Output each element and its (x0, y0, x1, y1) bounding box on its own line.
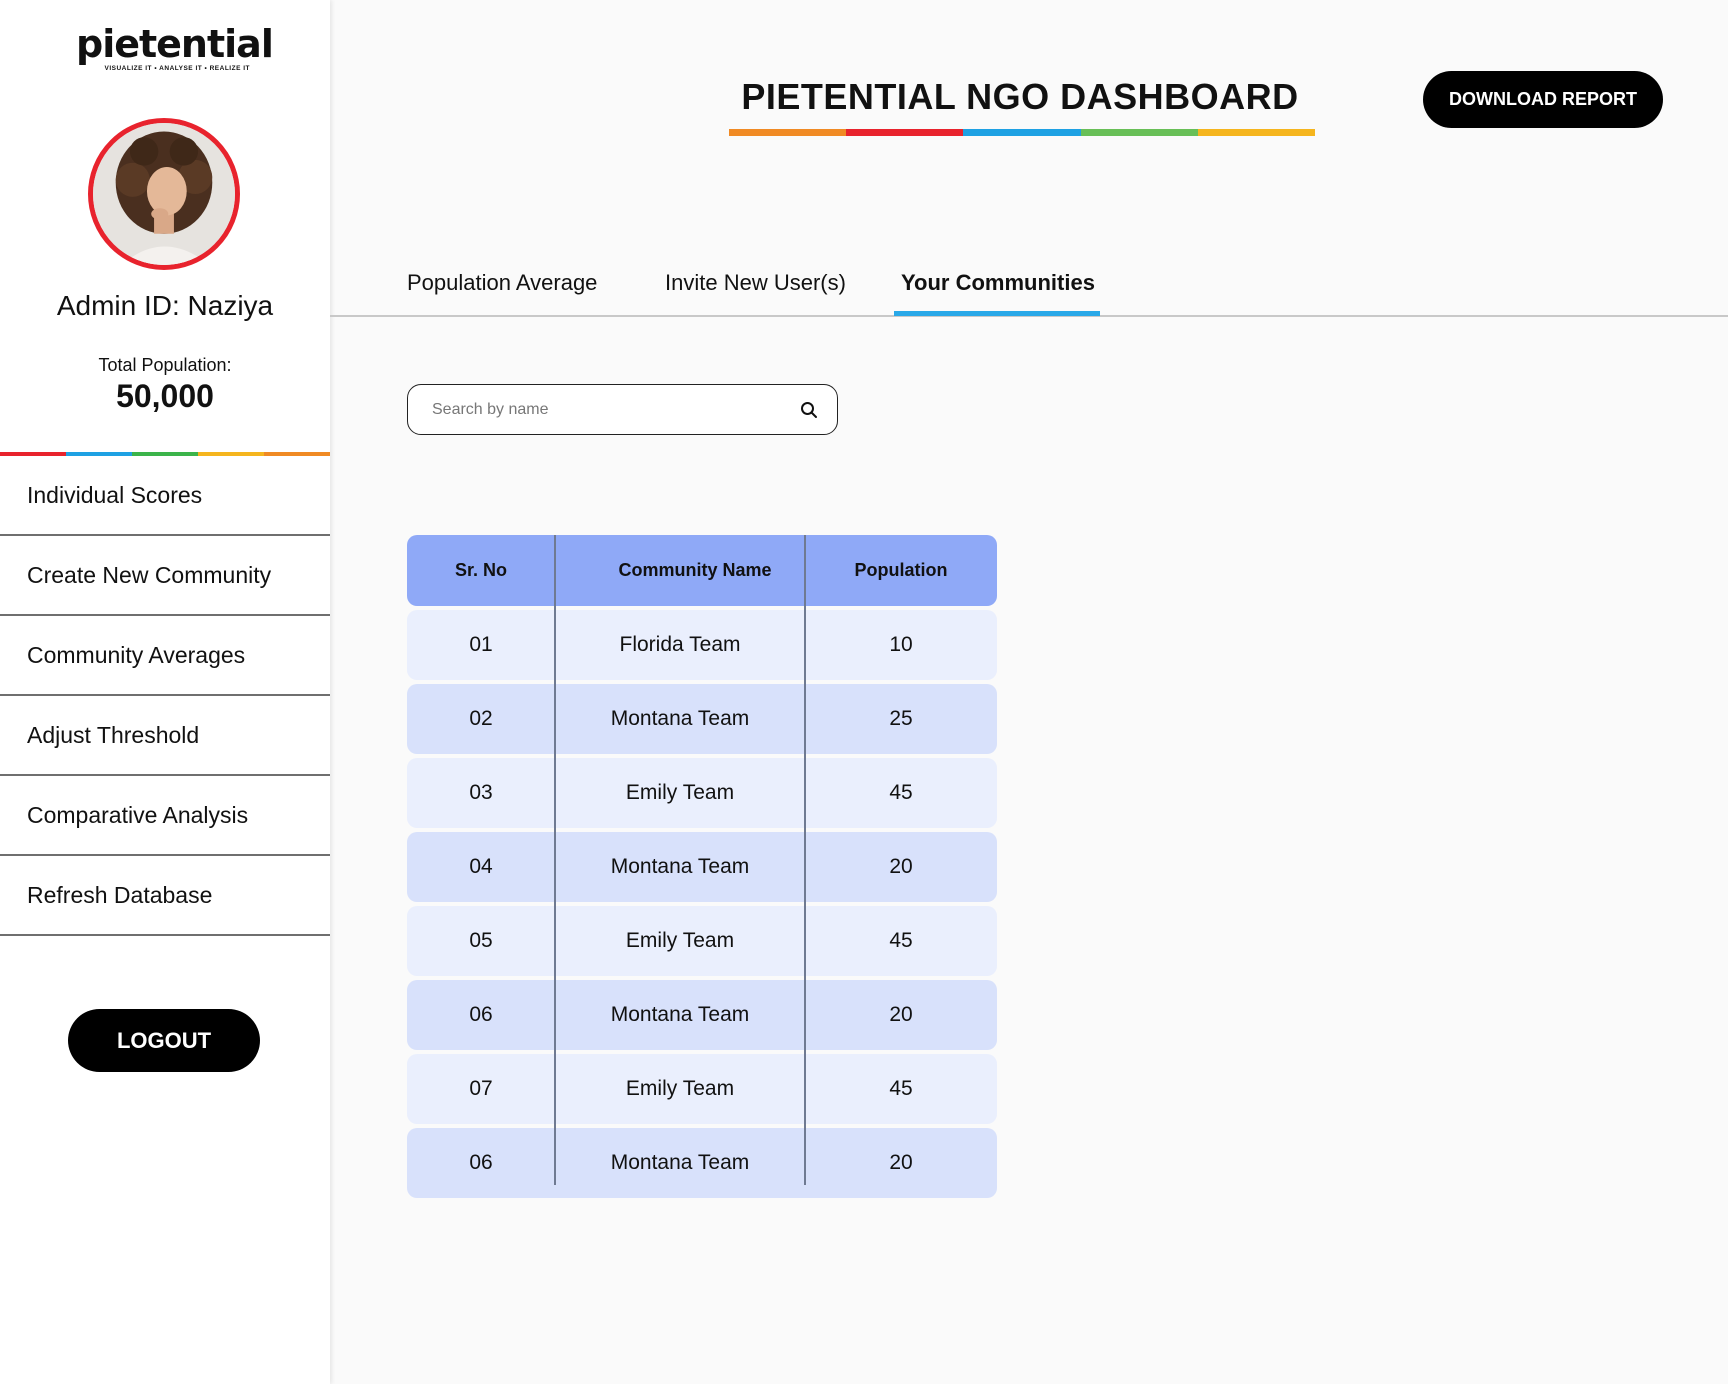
sidebar-item-adjust-threshold[interactable]: Adjust Threshold (0, 696, 330, 776)
avatar-image (93, 123, 235, 265)
cell-population: 45 (889, 929, 913, 952)
cell-population: 45 (889, 1077, 913, 1100)
cell-population: 20 (889, 855, 913, 878)
active-tab-indicator (894, 311, 1100, 316)
column-divider (554, 535, 556, 1185)
logo-tagline: VISUALIZE IT • ANALYSE IT • REALIZE IT (104, 65, 250, 72)
table-row[interactable]: 01 Florida Team 10 (407, 610, 997, 680)
cell-population: 20 (889, 1151, 913, 1174)
cell-sr-no: 06 (469, 1151, 493, 1174)
cell-population: 10 (889, 633, 913, 656)
table-row[interactable]: 07 Emily Team 45 (407, 1054, 997, 1124)
underline-segment (846, 129, 964, 136)
cell-community-name: Emily Team (625, 929, 735, 952)
column-header-population[interactable]: Population (805, 560, 997, 581)
sidebar-item-community-averages[interactable]: Community Averages (0, 616, 330, 696)
cell-population: 20 (889, 1003, 913, 1026)
logo-text: pietential (76, 22, 274, 66)
tab-your-communities[interactable]: Your Communities (901, 270, 1095, 296)
column-header-sr-no[interactable]: Sr. No (407, 560, 555, 581)
cell-community-name: Florida Team (619, 633, 741, 656)
table-row[interactable]: 06 Montana Team 20 (407, 1128, 997, 1198)
table-header: Sr. No Community Name Population (407, 535, 997, 606)
cell-community-name: Emily Team (625, 781, 735, 804)
tab-population-average[interactable]: Population Average (407, 270, 597, 296)
sidebar-item-comparative-analysis[interactable]: Comparative Analysis (0, 776, 330, 856)
sidebar-item-individual-scores[interactable]: Individual Scores (0, 456, 330, 536)
avatar[interactable] (88, 118, 240, 270)
table-row[interactable]: 04 Montana Team 20 (407, 832, 997, 902)
cell-sr-no: 02 (469, 707, 493, 730)
underline-segment (1080, 129, 1198, 136)
search-input[interactable] (432, 400, 799, 419)
cell-community-name: Montana Team (610, 855, 750, 878)
table-row[interactable]: 05 Emily Team 45 (407, 906, 997, 976)
cell-sr-no: 04 (469, 855, 493, 878)
underline-segment (729, 129, 847, 136)
cell-community-name: Emily Team (625, 1077, 735, 1100)
download-report-button[interactable]: DOWNLOAD REPORT (1423, 71, 1663, 128)
column-header-community-name[interactable]: Community Name (555, 560, 805, 581)
sidebar-menu: Individual Scores Create New Community C… (0, 456, 330, 936)
communities-table: Sr. No Community Name Population 01 Flor… (407, 535, 997, 1198)
total-population-label: Total Population: (98, 355, 232, 375)
table-row[interactable]: 02 Montana Team 25 (407, 684, 997, 754)
search-box[interactable] (407, 384, 838, 435)
admin-id: Admin ID: Naziya (56, 290, 274, 321)
search-icon[interactable] (799, 400, 819, 420)
cell-sr-no: 05 (469, 929, 493, 952)
table-row[interactable]: 06 Montana Team 20 (407, 980, 997, 1050)
sidebar-item-create-new-community[interactable]: Create New Community (0, 536, 330, 616)
page-title: PIETENTIAL NGO DASHBOARD (741, 76, 1299, 117)
cell-sr-no: 06 (469, 1003, 493, 1026)
tab-invite-new-users[interactable]: Invite New User(s) (665, 270, 846, 296)
cell-population: 45 (889, 781, 913, 804)
cell-population: 25 (889, 707, 913, 730)
brand-logo[interactable]: pietential VISUALIZE IT • ANALYSE IT • R… (76, 24, 274, 76)
cell-sr-no: 07 (469, 1077, 493, 1100)
table-row[interactable]: 03 Emily Team 45 (407, 758, 997, 828)
cell-community-name: Montana Team (610, 707, 750, 730)
cell-sr-no: 01 (469, 633, 493, 656)
underline-segment (963, 129, 1081, 136)
column-divider (804, 535, 806, 1185)
logout-button[interactable]: LOGOUT (68, 1009, 260, 1072)
sidebar: pietential VISUALIZE IT • ANALYSE IT • R… (0, 0, 330, 1384)
underline-segment (1197, 129, 1316, 136)
cell-community-name: Montana Team (610, 1151, 750, 1174)
title-rainbow-underline (729, 129, 1316, 136)
total-population-value: 50,000 (116, 378, 214, 414)
cell-sr-no: 03 (469, 781, 493, 804)
sidebar-item-refresh-database[interactable]: Refresh Database (0, 856, 330, 936)
cell-community-name: Montana Team (610, 1003, 750, 1026)
